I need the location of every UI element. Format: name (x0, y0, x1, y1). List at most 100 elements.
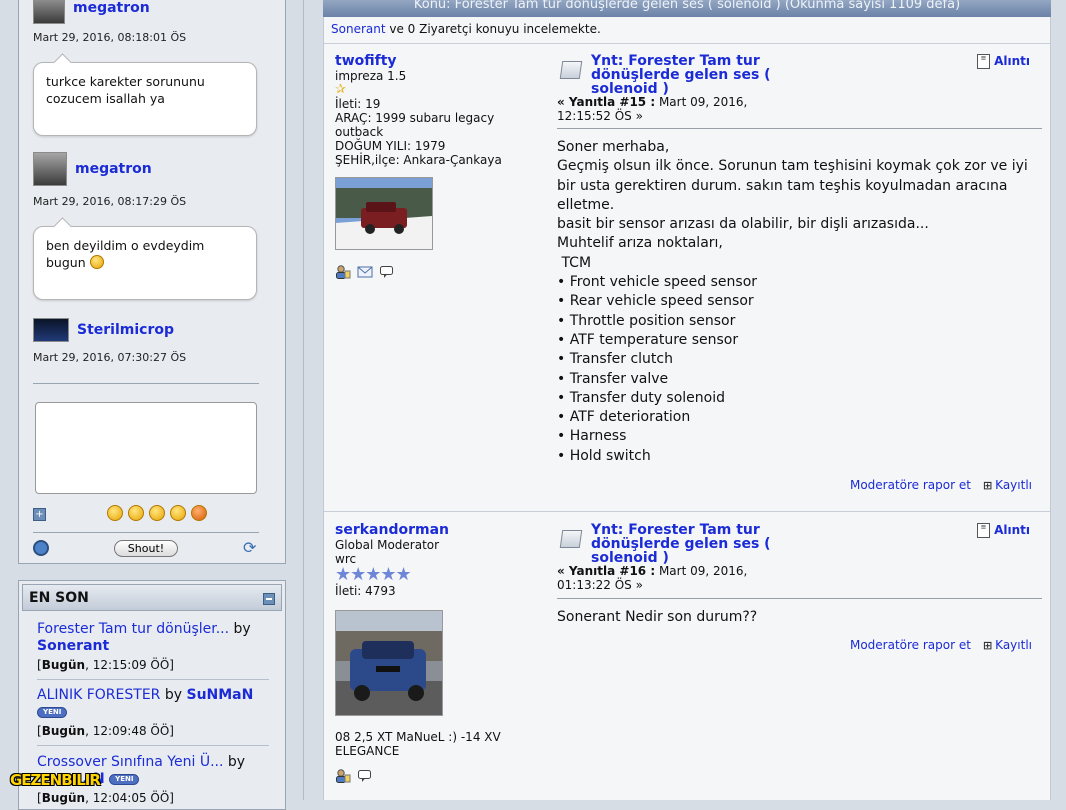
history-icon[interactable] (33, 540, 49, 556)
watermark-logo: GEZENBILIR (10, 771, 101, 789)
post-date: [Bugün, 12:15:09 ÖÖ] (37, 658, 174, 672)
author-avatar (335, 177, 433, 250)
by-label: by (227, 754, 246, 770)
new-badge: YENI (109, 774, 140, 785)
divider (557, 598, 1042, 599)
smiley-angry-icon[interactable] (191, 505, 207, 521)
shout-bubble: turkce karekter sorununu cozucem isallah… (33, 62, 257, 136)
quote-icon: ≡ (977, 523, 991, 538)
author-rank: Global Moderator (335, 538, 440, 552)
post-body: Sonerant Nedir son durum?? (557, 609, 758, 625)
logged-status: ⊞ Kayıtlı (982, 478, 1032, 492)
private-message-icon[interactable] (357, 769, 373, 783)
divider (33, 383, 259, 384)
profile-icon[interactable] (335, 265, 351, 279)
rank-stars-icon: ★★★★★ (335, 564, 412, 585)
post-title-icon (559, 61, 583, 79)
report-moderator-link[interactable]: Moderatöre rapor et (850, 638, 971, 652)
author-name[interactable]: serkandorman (335, 522, 525, 538)
smiley-icon[interactable] (107, 505, 123, 521)
shout-time: Mart 29, 2016, 07:30:27 ÖS (33, 351, 187, 364)
post-title[interactable]: Ynt: Forester Tam tur dönüşlerde gelen s… (591, 523, 791, 565)
user-link[interactable]: Sonerant (37, 638, 109, 654)
user-link[interactable]: SuNMaN (186, 687, 253, 703)
divider (324, 43, 1050, 44)
post-title[interactable]: Ynt: Forester Tam tur dönüşlerde gelen s… (591, 54, 791, 96)
author-name[interactable]: twofifty (335, 53, 525, 69)
expand-icon[interactable]: + (33, 508, 46, 521)
avatar (33, 0, 65, 24)
private-message-icon[interactable] (379, 265, 395, 279)
post-divider (324, 511, 1050, 512)
smiley-icon (89, 255, 104, 269)
post-reply-info: « Yanıtla #16 : Mart 09, 2016, 01:13:22 … (557, 564, 748, 592)
shout-message: turkce karekter sorununu cozucem isallah… (46, 74, 205, 106)
smiley-grin-icon[interactable] (149, 505, 165, 521)
logged-status: ⊞ Kayıtlı (982, 638, 1032, 652)
post-footer: Moderatöre rapor et ⊞ Kayıtlı (850, 478, 1032, 492)
email-icon[interactable] (357, 265, 373, 279)
recent-posts-title: EN SON (29, 590, 89, 606)
by-label: by (164, 687, 183, 703)
author-car: ARAÇ: 1999 subaru legacy outback (335, 111, 495, 139)
recent-posts-header: EN SON (22, 584, 282, 611)
author-city: ŞEHİR,ilçe: Ankara-Çankaya (335, 153, 502, 167)
author-post-count: İleti: 19 (335, 97, 381, 111)
new-badge: YENI (37, 707, 68, 718)
ip-logged-icon: ⊞ (982, 478, 993, 492)
post-title-icon (559, 530, 583, 548)
column-divider (303, 0, 304, 800)
shout-username[interactable]: megatron (75, 161, 152, 177)
shout-message: ben deyildim o evdeydim bugun (46, 238, 205, 270)
report-moderator-link[interactable]: Moderatöre rapor et (850, 478, 971, 492)
post-footer: Moderatöre rapor et ⊞ Kayıtlı (850, 638, 1032, 652)
list-item: Forester Tam tur dönüşler... by Sonerant… (37, 621, 269, 674)
refresh-icon[interactable]: ⟳ (243, 540, 256, 556)
smiley-bar (107, 505, 207, 521)
rank-star-icon: ✰ (335, 82, 346, 97)
divider (557, 128, 1042, 129)
shout-user: Sterilmicrop (33, 318, 174, 342)
shout-user: megatron (33, 152, 152, 186)
collapse-icon[interactable] (263, 593, 275, 605)
smiley-wink-icon[interactable] (128, 505, 144, 521)
divider (37, 745, 269, 746)
divider (37, 679, 269, 680)
by-label: by (233, 621, 251, 637)
author-avatar (335, 610, 443, 716)
post-body: Soner merhaba, Geçmiş olsun ilk önce. So… (557, 139, 1033, 464)
shoutbox: megatron Mart 29, 2016, 08:18:01 ÖS turk… (18, 0, 286, 564)
divider (33, 532, 259, 533)
avatar (33, 318, 69, 342)
profile-icon[interactable] (335, 769, 351, 783)
post-author-info: serkandorman Global Moderator wrc ★★★★★ … (335, 522, 525, 598)
viewer-user-link[interactable]: Sonerant (331, 22, 386, 36)
quote-icon: ≡ (977, 54, 991, 69)
viewers-text: ve 0 Ziyaretçi konuyu incelemekte. (385, 22, 601, 36)
author-rank: impreza 1.5 (335, 69, 407, 83)
shout-time: Mart 29, 2016, 08:18:01 ÖS (33, 31, 187, 44)
topic-bar: Konu: Forester Tam tur dönüşlerde gelen … (323, 0, 1051, 17)
topic-link[interactable]: ALINIK FORESTER (37, 687, 160, 703)
thread-content: Sonerant ve 0 Ziyaretçi konuyu incelemek… (323, 17, 1051, 800)
author-signature: 08 2,5 XT MaNueL :) -14 XV ELEGANCE (335, 730, 501, 758)
smiley-laugh-icon[interactable] (170, 505, 186, 521)
shout-bubble: ben deyildim o evdeydim bugun (33, 226, 257, 300)
list-item: ALINIK FORESTER by SuNMaN YENI [Bugün, 1… (37, 687, 269, 740)
post-date: [Bugün, 12:04:05 ÖÖ] (37, 791, 174, 805)
post-date: [Bugün, 12:09:48 ÖÖ] (37, 724, 174, 738)
shout-button[interactable]: Shout! (114, 540, 178, 557)
viewers-line: Sonerant ve 0 Ziyaretçi konuyu incelemek… (331, 22, 601, 36)
avatar (33, 152, 67, 186)
shout-input[interactable] (35, 402, 257, 494)
post-author-info: twofifty impreza 1.5 ✰ İleti: 19 ARAÇ: 1… (335, 53, 525, 167)
topic-link[interactable]: Forester Tam tur dönüşler... (37, 621, 229, 637)
shout-username[interactable]: megatron (73, 0, 150, 16)
shout-username[interactable]: Sterilmicrop (77, 322, 174, 338)
quote-button[interactable]: ≡ Alıntı (977, 523, 1030, 538)
post-reply-info: « Yanıtla #15 : Mart 09, 2016, 12:15:52 … (557, 95, 748, 123)
shout-user: megatron (33, 0, 150, 24)
topic-link[interactable]: Crossover Sınıfına Yeni Ü... (37, 754, 223, 770)
ip-logged-icon: ⊞ (982, 638, 993, 652)
quote-button[interactable]: ≡ Alıntı (977, 54, 1030, 69)
